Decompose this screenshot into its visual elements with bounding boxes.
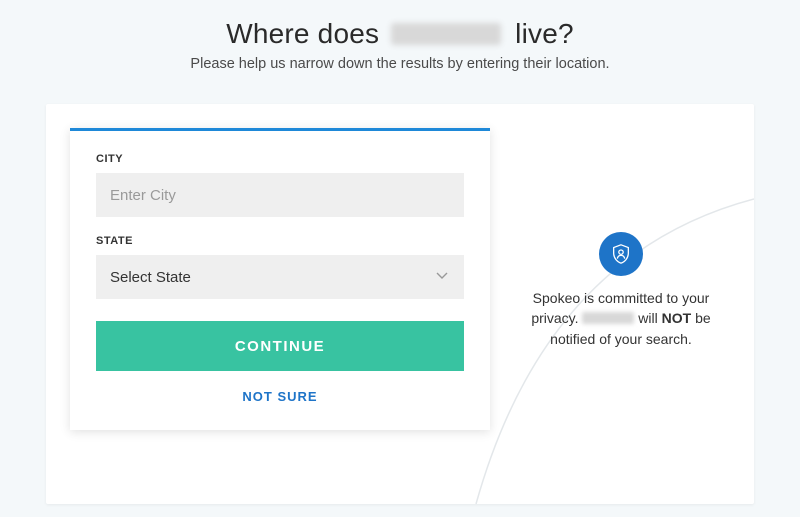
privacy-notice: Spokeo is committed to your privacy. wil… — [526, 232, 716, 349]
title-prefix: Where does — [226, 18, 379, 49]
continue-button[interactable]: CONTINUE — [96, 321, 464, 371]
title-suffix: live? — [515, 18, 574, 49]
redacted-name-small — [582, 312, 634, 324]
city-input[interactable] — [96, 173, 464, 217]
privacy-line-2: will — [638, 310, 657, 326]
location-form: CITY STATE Select State CONTINUE NOT SUR… — [70, 128, 490, 430]
page-subtitle: Please help us narrow down the results b… — [20, 56, 780, 72]
privacy-bold: NOT — [662, 310, 692, 326]
redacted-name — [391, 23, 501, 45]
page-title: Where does live? — [20, 18, 780, 50]
not-sure-button[interactable]: NOT SURE — [96, 371, 464, 410]
main-card: CITY STATE Select State CONTINUE NOT SUR… — [46, 104, 754, 504]
shield-user-icon — [599, 232, 643, 276]
state-selected-value: Select State — [110, 269, 434, 286]
page-header: Where does live? Please help us narrow d… — [0, 0, 800, 86]
state-select[interactable]: Select State — [96, 255, 464, 299]
privacy-text: Spokeo is committed to your privacy. wil… — [526, 288, 716, 349]
city-label: CITY — [96, 153, 464, 165]
state-label: STATE — [96, 235, 464, 247]
chevron-down-icon — [434, 267, 450, 288]
